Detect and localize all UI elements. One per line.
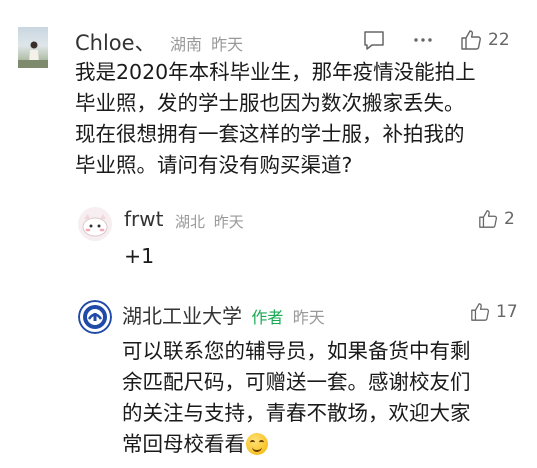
comment-time: 昨天 xyxy=(213,213,244,231)
comment-text: 可以联系您的辅导员，如果备货中有剩 余匹配尺码，可赠送一套。感谢校友们 的关注与… xyxy=(122,336,522,460)
author-badge: 作者 xyxy=(251,308,284,327)
comment-text: +1 xyxy=(124,241,514,272)
reply-icon xyxy=(364,31,384,50)
comment-text-line: +1 xyxy=(124,244,155,268)
comment-actions: 22 xyxy=(362,29,510,51)
avatar[interactable] xyxy=(78,300,112,334)
comment-text-line-with-emoji: 常回母校看看 xyxy=(122,429,522,460)
like-button[interactable]: 2 xyxy=(478,209,515,229)
more-icon xyxy=(414,38,432,42)
comment-text-line: 常回母校看看 xyxy=(122,432,245,456)
comment-text-line: 的关注与支持，青春不散场，欢迎大家 xyxy=(122,401,471,425)
comment-text-line: 余匹配尺码，可赠送一套。感谢校友们 xyxy=(122,370,471,394)
smile-emoji-icon xyxy=(246,433,268,455)
like-count: 2 xyxy=(504,209,515,229)
comment-location: 湖北 xyxy=(175,213,206,231)
comment-time: 昨天 xyxy=(292,308,325,327)
comment-location: 湖南 xyxy=(170,35,203,54)
comment-author: 湖北工业大学 作者 昨天 xyxy=(122,300,325,329)
comment-actions: 17 xyxy=(470,302,518,322)
comment-text-line: 我是2020年本科毕业生，那年疫情没能拍上 xyxy=(75,60,476,84)
comment-text-line: 现在很想拥有一套这样的学士服，补拍我的 xyxy=(75,122,465,146)
thumbs-up-icon xyxy=(461,30,481,50)
comment-actions: 2 xyxy=(478,209,515,229)
comment-author[interactable]: Chloe、 xyxy=(75,27,156,57)
comment-text-line: 毕业照，发的学士服也因为数次搬家丢失。 xyxy=(75,91,465,115)
thumbs-up-icon xyxy=(471,303,490,321)
comment-text: 我是2020年本科毕业生，那年疫情没能拍上 毕业照，发的学士服也因为数次搬家丢失… xyxy=(75,57,515,181)
like-count: 17 xyxy=(496,302,518,322)
more-button[interactable] xyxy=(412,29,434,51)
avatar[interactable] xyxy=(78,207,112,241)
comment-time: 昨天 xyxy=(211,35,244,54)
comment-meta: 湖北 昨天 xyxy=(175,211,244,232)
comment-text-line: 可以联系您的辅导员，如果备货中有剩 xyxy=(122,339,471,363)
like-count: 22 xyxy=(488,30,510,50)
comment-author-name[interactable]: 湖北工业大学 xyxy=(122,304,242,328)
like-button[interactable]: 17 xyxy=(470,302,518,322)
thumbs-up-icon xyxy=(479,210,498,228)
avatar[interactable] xyxy=(18,27,48,68)
like-button[interactable]: 22 xyxy=(460,29,510,51)
comment-author[interactable]: frwt xyxy=(124,207,163,231)
comment-text-line: 毕业照。请问有没有购买渠道? xyxy=(75,153,353,177)
comment-meta: 湖南 昨天 xyxy=(170,31,243,55)
reply-button[interactable] xyxy=(362,29,386,51)
